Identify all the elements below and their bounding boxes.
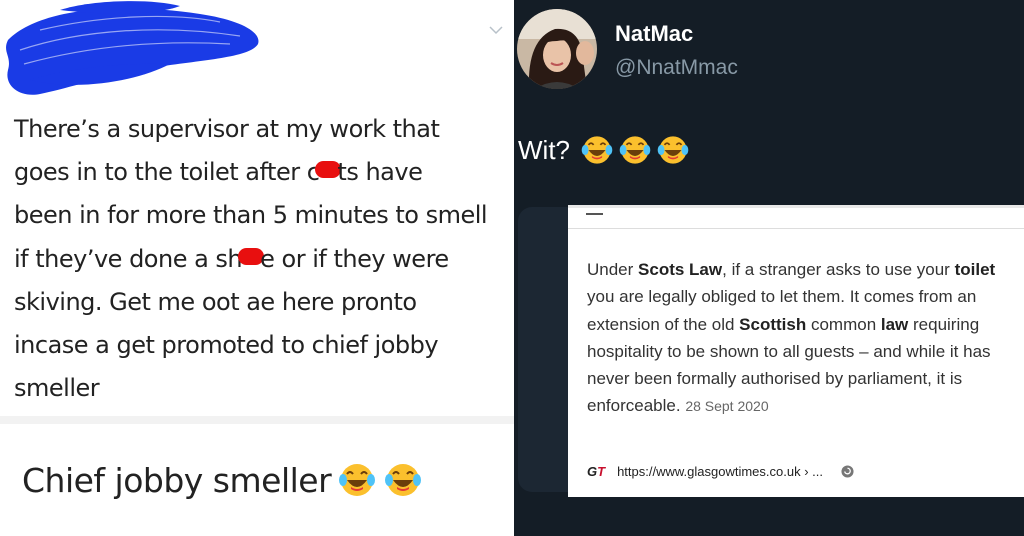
snippet-divider	[568, 228, 1024, 229]
tweet-line: if they’ve done a sh e or if they were	[14, 238, 509, 281]
snippet-text-part: , if a stranger asks to use your	[722, 260, 955, 279]
snippet-bold-term: Scottish	[739, 314, 807, 334]
tweet-line: skiving. Get me oot ae here pronto	[14, 287, 417, 316]
tweet-line: been in for more than 5 minutes to smell	[14, 201, 488, 230]
source-row: GT https://www.glasgowtimes.co.uk › ...	[587, 464, 854, 479]
tweet-text-part: ts have	[337, 158, 423, 187]
tweet-line: smeller	[14, 374, 100, 403]
tweet-text-part: if they’ve done a sh	[14, 244, 243, 273]
logo-g: G	[587, 464, 598, 479]
search-snippet-screenshot: Under Scots Law, if a stranger asks to u…	[568, 205, 1024, 497]
scribble-redaction-icon	[6, 1, 259, 95]
dash-mark	[586, 213, 603, 215]
tweet-line: incase a get promoted to chief jobby	[14, 331, 439, 360]
reply-comment: Chief jobby smeller	[22, 460, 423, 500]
snippet-top-edge	[568, 205, 1024, 208]
reply-text: Chief jobby smeller	[22, 460, 332, 500]
tweet-text-part: e or if they were	[260, 244, 449, 273]
avatar-photo	[517, 9, 597, 89]
snippet-date: 28 Sept 2020	[685, 398, 769, 415]
chevron-down-icon[interactable]	[489, 25, 503, 35]
laughing-crying-emoji-icon	[339, 464, 376, 496]
laughing-crying-emoji-icon	[581, 136, 613, 164]
tweet-line: goes in to the toilet after c ts have	[14, 151, 509, 194]
tweet-text-part: goes in to the toilet after c	[14, 158, 320, 187]
source-url: https://www.glasgowtimes.co.uk › ...	[617, 464, 823, 479]
user-handle[interactable]: @NnatMmac	[615, 56, 738, 80]
snippet-text: Under Scots Law, if a stranger asks to u…	[587, 256, 1022, 421]
logo-t: T	[597, 464, 606, 479]
snippet-bold-term: toilet	[954, 260, 996, 279]
tweet-line: There’s a supervisor at my work that	[14, 115, 440, 143]
tweet-text: Wit?	[518, 133, 690, 167]
divider	[0, 416, 514, 424]
laughing-crying-emoji-icon	[385, 464, 422, 496]
laughing-crying-emoji-icon	[619, 136, 651, 164]
glasgow-times-logo: GT	[587, 464, 605, 479]
tweet-text-content: Wit?	[518, 134, 570, 165]
left-tweet-panel: There’s a supervisor at my work that goe…	[0, 0, 514, 536]
snippet-bold-term: law	[880, 314, 909, 334]
tweet-body: There’s a supervisor at my work that goe…	[14, 108, 509, 410]
snippet-bold-term: Scots Law	[638, 260, 723, 279]
snippet-text-part: common	[806, 314, 881, 334]
snippet-text-part: Under	[587, 260, 639, 279]
avatar[interactable]	[517, 9, 597, 89]
info-icon	[841, 465, 854, 478]
laughing-crying-emoji-icon	[657, 136, 689, 164]
display-name[interactable]: NatMac	[615, 21, 693, 47]
